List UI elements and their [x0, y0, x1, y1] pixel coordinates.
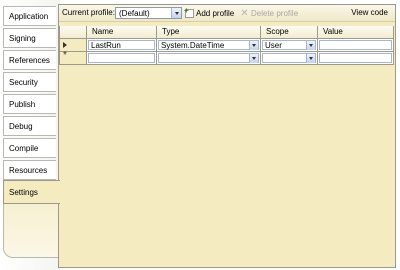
tab-label: Resources	[9, 166, 48, 175]
new-setting-scope-cell[interactable]	[261, 52, 318, 65]
add-profile-button[interactable]: Add profile	[184, 6, 235, 19]
new-row-asterisk-icon: *	[63, 50, 67, 61]
column-header-name[interactable]: Name	[87, 26, 157, 39]
tab-label: Signing	[9, 34, 36, 43]
tab-publish[interactable]: Publish	[3, 94, 56, 114]
chevron-down-icon[interactable]	[249, 41, 258, 50]
setting-type-dropdown[interactable]: System.DateTime	[158, 40, 259, 50]
tab-label: Settings	[9, 188, 38, 197]
tab-resources[interactable]: Resources	[3, 160, 56, 180]
delete-profile-button[interactable]: ✕ Delete profile	[240, 8, 298, 19]
chevron-down-icon[interactable]	[306, 54, 315, 63]
new-setting-type-dropdown[interactable]	[158, 53, 259, 63]
add-profile-label: Add profile	[196, 9, 235, 18]
column-header-value[interactable]: Value	[318, 26, 394, 39]
tab-application[interactable]: Application	[3, 6, 56, 26]
tab-settings[interactable]: Settings	[3, 180, 60, 204]
new-setting-scope-dropdown[interactable]	[262, 53, 316, 63]
settings-toolbar: Current profile: (Default) Add profile ✕…	[59, 5, 395, 22]
setting-value-input[interactable]	[319, 40, 392, 50]
tab-label: Compile	[9, 144, 39, 153]
header-row-selector	[59, 26, 87, 39]
tab-label: Publish	[9, 100, 36, 109]
setting-value-cell[interactable]	[318, 39, 394, 52]
new-setting-value-cell[interactable]	[318, 52, 394, 65]
profile-dropdown[interactable]: (Default)	[115, 7, 182, 19]
tab-references[interactable]: References	[3, 50, 56, 70]
setting-type-value: System.DateTime	[161, 41, 225, 50]
project-tab-strip: Application Signing References Security …	[0, 0, 60, 270]
view-code-button[interactable]: View code	[351, 8, 388, 17]
tab-label: References	[9, 56, 50, 65]
new-setting-name-input[interactable]	[88, 53, 155, 63]
chevron-down-icon[interactable]	[306, 41, 315, 50]
table-row: LastRun System.DateTime User	[59, 39, 395, 52]
new-table-row: *	[59, 50, 395, 65]
current-profile-label: Current profile:	[62, 8, 115, 17]
setting-name-cell[interactable]: LastRun	[87, 39, 157, 52]
setting-scope-value: User	[265, 41, 282, 50]
row-selector[interactable]: *	[59, 50, 87, 65]
tab-signing[interactable]: Signing	[3, 28, 56, 48]
add-profile-icon	[184, 6, 194, 18]
profile-dropdown-value: (Default)	[119, 9, 150, 18]
chevron-down-icon[interactable]	[171, 8, 181, 18]
new-setting-type-cell[interactable]	[157, 52, 261, 65]
setting-name-input[interactable]: LastRun	[88, 40, 155, 50]
current-row-arrow-icon	[63, 42, 67, 48]
tab-security[interactable]: Security	[3, 72, 56, 92]
chevron-down-icon[interactable]	[249, 54, 258, 63]
delete-icon: ✕	[240, 8, 249, 19]
tab-label: Debug	[9, 122, 33, 131]
setting-type-cell[interactable]: System.DateTime	[157, 39, 261, 52]
new-setting-name-cell[interactable]	[87, 52, 157, 65]
tab-label: Security	[9, 78, 38, 87]
new-setting-value-input[interactable]	[319, 53, 392, 63]
tab-debug[interactable]: Debug	[3, 116, 56, 136]
grid-header-row: Name Type Scope Value	[59, 26, 395, 39]
tab-strip-background	[3, 200, 58, 258]
settings-panel: Current profile: (Default) Add profile ✕…	[58, 4, 396, 268]
delete-profile-label: Delete profile	[251, 9, 299, 18]
setting-scope-dropdown[interactable]: User	[262, 40, 316, 50]
column-header-scope[interactable]: Scope	[261, 26, 318, 39]
column-header-type[interactable]: Type	[157, 26, 261, 39]
setting-scope-cell[interactable]: User	[261, 39, 318, 52]
tab-label: Application	[9, 12, 49, 21]
tab-compile[interactable]: Compile	[3, 138, 56, 158]
